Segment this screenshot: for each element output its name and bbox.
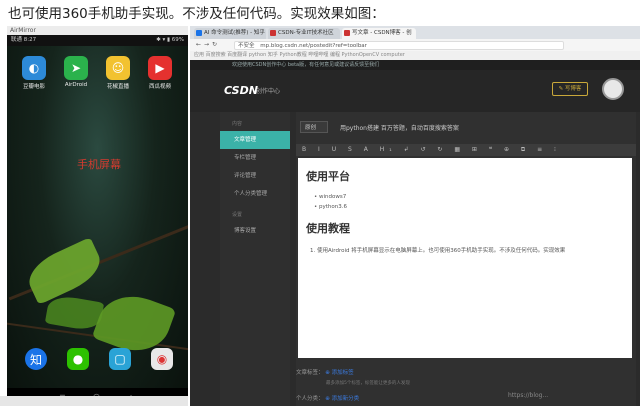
tab-label: AI 命令测试(推荐) - 知乎 xyxy=(204,30,265,36)
add-tag-label: 添加标签 xyxy=(331,370,354,376)
csdn-logo[interactable]: CSDN xyxy=(224,84,258,97)
watermark: https://blog... xyxy=(508,392,549,399)
wallpaper xyxy=(7,46,188,388)
film-icon: ◐ xyxy=(22,56,46,80)
tab-write-article[interactable]: 写文章 - CSDN博客 - 创 xyxy=(342,28,416,39)
tags-hint: 最多添加5个标签，标签能让更多的人发现 xyxy=(326,381,410,386)
list-item: • windows7 xyxy=(314,194,347,200)
zhi-icon: 知 xyxy=(25,348,47,370)
step-text: 1. 使用Airdroid 将手机屏幕显示在电脑屏幕上。也可使用360手机助手实… xyxy=(310,248,566,254)
app-xigua[interactable]: ▶ 西瓜视频 xyxy=(143,56,177,90)
csdn-favicon-icon xyxy=(270,30,276,36)
tab-csdn[interactable]: CSDN-专业IT技术社区 xyxy=(268,28,340,39)
tab-label: 写文章 - CSDN博客 - 创 xyxy=(352,30,412,36)
csdn-favicon-icon xyxy=(344,30,350,36)
app-icon: ▢ xyxy=(109,348,131,370)
write-button-label: 写博客 xyxy=(564,86,582,92)
app-label: 西瓜视频 xyxy=(148,84,171,90)
sidebar-item-comments[interactable]: 评论管理 xyxy=(220,167,290,185)
write-blog-button[interactable]: ✎ 写博客 xyxy=(552,82,588,96)
sidebar: 内容 文章管理 专栏管理 评论管理 个人分类管理 设置 博客设置 xyxy=(220,112,290,406)
tags-label: 文章标签： xyxy=(296,370,324,376)
bullet-text: python3.6 xyxy=(319,204,347,210)
caption: 也可使用360手机助手实现。不涉及任何代码。实现效果如图： xyxy=(8,6,385,22)
heading-tutorial: 使用教程 xyxy=(306,222,350,235)
zhihu-favicon-icon xyxy=(196,30,202,36)
mirror-toolbar[interactable] xyxy=(0,396,188,406)
tab-strip: AI 命令测试(推荐) - 知乎 CSDN-专业IT技术社区 写文章 - CSD… xyxy=(190,26,640,39)
app-label: 花椒直播 xyxy=(106,84,129,90)
title-row: 原创 用python搭建 百万答题，自动百度搜索答案 xyxy=(296,121,636,135)
editor-panel: 原创 用python搭建 百万答题，自动百度搜索答案 B I U S A H₁ … xyxy=(296,112,636,406)
dock-app[interactable]: ▢ xyxy=(103,348,137,370)
sidebar-item-articles[interactable]: 文章管理 xyxy=(220,131,290,149)
editor-toolbar[interactable]: B I U S A H₁ ↲ ↺ ↻ ▦ ⊞ ❝ ⊕ ⧉ ≡ ⁝ xyxy=(296,144,636,156)
app-label: AirDroid xyxy=(64,82,88,88)
csdn-header: CSDN 创作中心 ✎ 写博客 xyxy=(190,70,640,112)
app-airdroid[interactable]: ➤ AirDroid xyxy=(59,56,93,88)
dock-wechat[interactable]: ● xyxy=(61,348,95,370)
wechat-icon: ● xyxy=(67,348,89,370)
mirror-app-title: AirMirror xyxy=(7,26,188,35)
phone-screen[interactable]: AirMirror 联通 8:27 ✱ ▾ ▮ 69% ◐ 豆瓣电影 ➤ Air… xyxy=(7,26,188,406)
logo-subtitle: 创作中心 xyxy=(256,88,281,95)
chrome-icon: ◉ xyxy=(151,348,173,370)
app-huajiao[interactable]: ☺ 花椒直播 xyxy=(101,56,135,90)
dock-zhihu[interactable]: 知 xyxy=(19,348,53,370)
add-category-button[interactable]: ⊕ 添加新分类 xyxy=(325,396,359,402)
category-label: 个人分类： xyxy=(296,396,324,402)
notice-bar: 欢迎使用CSDN创作中心 beta版，有任何意见或建议请反馈至我们 xyxy=(190,60,640,70)
category-row: 个人分类： ⊕ 添加新分类 xyxy=(296,394,359,402)
bullet-text: windows7 xyxy=(319,194,347,200)
sidebar-group-settings: 设置 xyxy=(232,212,243,218)
tab-label: CSDN-专业IT技术社区 xyxy=(278,30,334,36)
add-category-label: 添加新分类 xyxy=(331,396,360,402)
security-label: 不安全 xyxy=(238,42,255,49)
phone-status-bar: 联通 8:27 ✱ ▾ ▮ 69% xyxy=(7,35,188,46)
carrier-time: 联通 8:27 xyxy=(11,37,37,43)
editor-content[interactable]: 使用平台 • windows7 • python3.6 使用教程 1. 使用Ai… xyxy=(298,158,632,358)
sidebar-group-content: 内容 xyxy=(232,121,243,127)
list-item: • python3.6 xyxy=(314,204,347,210)
article-title-input[interactable]: 用python搭建 百万答题，自动百度搜索答案 xyxy=(340,123,459,132)
url-text: mp.blog.csdn.net/postedit?ref=toolbar xyxy=(260,42,367,49)
nav-buttons[interactable]: ←→↻ xyxy=(196,41,220,48)
address-bar: ←→↻ 不安全 mp.blog.csdn.net/postedit?ref=to… xyxy=(190,39,640,51)
heading-platform: 使用平台 xyxy=(306,170,350,183)
phone-screen-label: 手机屏幕 xyxy=(77,158,121,171)
add-tag-button[interactable]: ⊕ 添加标签 xyxy=(325,370,353,376)
category-select[interactable]: 原创 xyxy=(300,121,328,133)
sidebar-item-columns[interactable]: 专栏管理 xyxy=(220,149,290,167)
bookmarks-bar[interactable]: 应用 百度搜索 百度翻译 python 知乎 Python教程 哔哩哔哩 编程 … xyxy=(190,51,640,60)
app-douban[interactable]: ◐ 豆瓣电影 xyxy=(17,56,51,90)
leaf xyxy=(22,237,107,305)
avatar[interactable] xyxy=(602,78,624,100)
url-field[interactable]: 不安全 mp.blog.csdn.net/postedit?ref=toolba… xyxy=(234,40,564,50)
sidebar-item-categories[interactable]: 个人分类管理 xyxy=(220,185,290,203)
airdroid-icon: ➤ xyxy=(64,56,88,80)
tags-row: 文章标签： ⊕ 添加标签 xyxy=(296,368,354,376)
sidebar-item-blog-settings[interactable]: 博客设置 xyxy=(220,222,290,240)
browser-window: AI 命令测试(推荐) - 知乎 CSDN-专业IT技术社区 写文章 - CSD… xyxy=(190,26,640,406)
dock-chrome[interactable]: ◉ xyxy=(145,348,179,370)
xigua-icon: ▶ xyxy=(148,56,172,80)
tab-zhihu[interactable]: AI 命令测试(推荐) - 知乎 xyxy=(194,28,266,39)
battery-status: ✱ ▾ ▮ 69% xyxy=(156,37,184,43)
app-label: 豆瓣电影 xyxy=(22,84,45,90)
huajiao-icon: ☺ xyxy=(106,56,130,80)
